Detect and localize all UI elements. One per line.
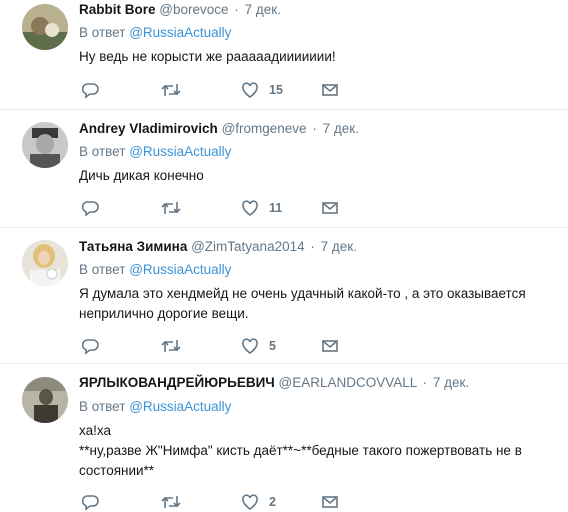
retweet-button[interactable] bbox=[161, 492, 181, 512]
retweet-icon bbox=[161, 84, 181, 96]
like-count: 5 bbox=[269, 339, 276, 353]
separator: · bbox=[234, 2, 239, 17]
tweet-actions: 5 bbox=[79, 336, 349, 356]
tweet-actions: 11 bbox=[79, 198, 349, 218]
tweet-text-line: Ну ведь не корысти же рааааадиииииии! bbox=[79, 49, 336, 64]
tweet-date[interactable]: 7 дек. bbox=[323, 121, 359, 136]
reply-prefix: В ответ bbox=[79, 262, 126, 277]
retweet-button[interactable] bbox=[161, 336, 181, 356]
tweet-header: ЯРЛЫКОВАНДРЕЙЮРЬЕВИЧ @EARLANDCOVVALL · 7… bbox=[79, 374, 469, 392]
like-button[interactable]: 5 bbox=[241, 336, 276, 356]
reply-icon bbox=[81, 83, 99, 99]
avatar[interactable] bbox=[22, 4, 68, 50]
retweet-button[interactable] bbox=[161, 80, 181, 100]
reply-context: В ответ @RussiaActually bbox=[79, 143, 231, 161]
author-name[interactable]: Andrey Vladimirovich bbox=[79, 121, 218, 136]
reply-prefix: В ответ bbox=[79, 25, 126, 40]
like-icon bbox=[242, 82, 258, 98]
author-handle[interactable]: @fromgeneve bbox=[222, 121, 307, 136]
retweet-icon bbox=[161, 202, 181, 214]
author-name[interactable]: Rabbit Bore bbox=[79, 2, 156, 17]
author-handle[interactable]: @EARLANDCOVVALL bbox=[279, 375, 417, 390]
tweet-header: Andrey Vladimirovich @fromgeneve · 7 дек… bbox=[79, 120, 359, 138]
direct-message-icon bbox=[322, 84, 338, 96]
direct-message-button[interactable] bbox=[321, 492, 339, 512]
reply-icon bbox=[81, 495, 99, 511]
direct-message-icon bbox=[322, 340, 338, 352]
reply-mention-link[interactable]: @RussiaActually bbox=[129, 262, 231, 277]
retweet-icon bbox=[161, 340, 181, 352]
separator: · bbox=[312, 121, 317, 136]
tweet[interactable]: Татьяна Зимина @ZimTatyana2014 · 7 дек. … bbox=[0, 228, 568, 364]
reply-prefix: В ответ bbox=[79, 144, 126, 159]
like-button[interactable]: 11 bbox=[241, 198, 282, 218]
avatar[interactable] bbox=[22, 122, 68, 168]
reply-mention-link[interactable]: @RussiaActually bbox=[129, 144, 231, 159]
reply-icon bbox=[81, 201, 99, 217]
avatar[interactable] bbox=[22, 377, 68, 423]
reply-prefix: В ответ bbox=[79, 399, 126, 414]
reply-icon bbox=[81, 339, 99, 355]
tweet-header: Rabbit Bore @borevoce · 7 дек. bbox=[79, 1, 281, 19]
direct-message-button[interactable] bbox=[321, 198, 339, 218]
tweet-actions: 2 bbox=[79, 492, 349, 512]
tweet-text-line: Дичь дикая конечно bbox=[79, 168, 204, 183]
direct-message-button[interactable] bbox=[321, 80, 339, 100]
retweet-icon bbox=[161, 496, 181, 508]
tweet-text: Я думала это хендмейд не очень удачный к… bbox=[79, 284, 554, 324]
reply-button[interactable] bbox=[81, 198, 99, 218]
reply-context: В ответ @RussiaActually bbox=[79, 24, 231, 42]
author-handle[interactable]: @ZimTatyana2014 bbox=[191, 239, 305, 254]
like-button[interactable]: 2 bbox=[241, 492, 276, 512]
retweet-button[interactable] bbox=[161, 198, 181, 218]
reply-mention-link[interactable]: @RussiaActually bbox=[129, 25, 231, 40]
separator: · bbox=[422, 375, 428, 390]
tweet-text: ха!ха **ну,разве Ж"Нимфа" кисть даёт**~*… bbox=[79, 421, 554, 481]
author-name[interactable]: ЯРЛЫКОВАНДРЕЙЮРЬЕВИЧ bbox=[79, 375, 275, 390]
tweet-header: Татьяна Зимина @ZimTatyana2014 · 7 дек. bbox=[79, 238, 357, 256]
like-button[interactable]: 15 bbox=[241, 80, 283, 100]
tweet[interactable]: ЯРЛЫКОВАНДРЕЙЮРЬЕВИЧ @EARLANDCOVVALL · 7… bbox=[0, 364, 568, 512]
like-icon bbox=[242, 200, 258, 216]
like-count: 2 bbox=[269, 495, 276, 509]
author-handle[interactable]: @borevoce bbox=[159, 2, 228, 17]
tweet-date[interactable]: 7 дек. bbox=[433, 375, 469, 390]
avatar[interactable] bbox=[22, 240, 68, 286]
reply-context: В ответ @RussiaActually bbox=[79, 398, 231, 416]
tweet-text-line: состоянии** bbox=[79, 463, 155, 478]
like-icon bbox=[242, 338, 258, 354]
reply-mention-link[interactable]: @RussiaActually bbox=[129, 399, 231, 414]
tweet-date[interactable]: 7 дек. bbox=[245, 2, 281, 17]
tweet-text: Ну ведь не корысти же рааааадиииииии! bbox=[79, 47, 554, 67]
tweet-text-line: Я думала это хендмейд не очень удачный к… bbox=[79, 286, 526, 301]
tweet-actions: 15 bbox=[79, 80, 349, 100]
reply-button[interactable] bbox=[81, 336, 99, 356]
reply-context: В ответ @RussiaActually bbox=[79, 261, 231, 279]
direct-message-button[interactable] bbox=[321, 336, 339, 356]
tweet-text-line: **ну,разве Ж"Нимфа" кисть даёт**~**бедны… bbox=[79, 443, 522, 458]
tweet-text-line: ха!ха bbox=[79, 423, 111, 438]
direct-message-icon bbox=[322, 202, 338, 214]
author-name[interactable]: Татьяна Зимина bbox=[79, 239, 187, 254]
reply-button[interactable] bbox=[81, 80, 99, 100]
like-icon bbox=[242, 494, 258, 510]
reply-button[interactable] bbox=[81, 492, 99, 512]
separator: · bbox=[310, 239, 315, 254]
tweet-date[interactable]: 7 дек. bbox=[321, 239, 357, 254]
direct-message-icon bbox=[322, 496, 338, 508]
like-count: 15 bbox=[269, 83, 283, 97]
like-count: 11 bbox=[269, 201, 283, 215]
tweet[interactable]: Andrey Vladimirovich @fromgeneve · 7 дек… bbox=[0, 110, 568, 228]
tweet-text: Дичь дикая конечно bbox=[79, 166, 554, 186]
tweet-text-line: неприлично дорогие вещи. bbox=[79, 306, 249, 321]
tweet[interactable]: Rabbit Bore @borevoce · 7 дек. В ответ @… bbox=[0, 0, 568, 110]
